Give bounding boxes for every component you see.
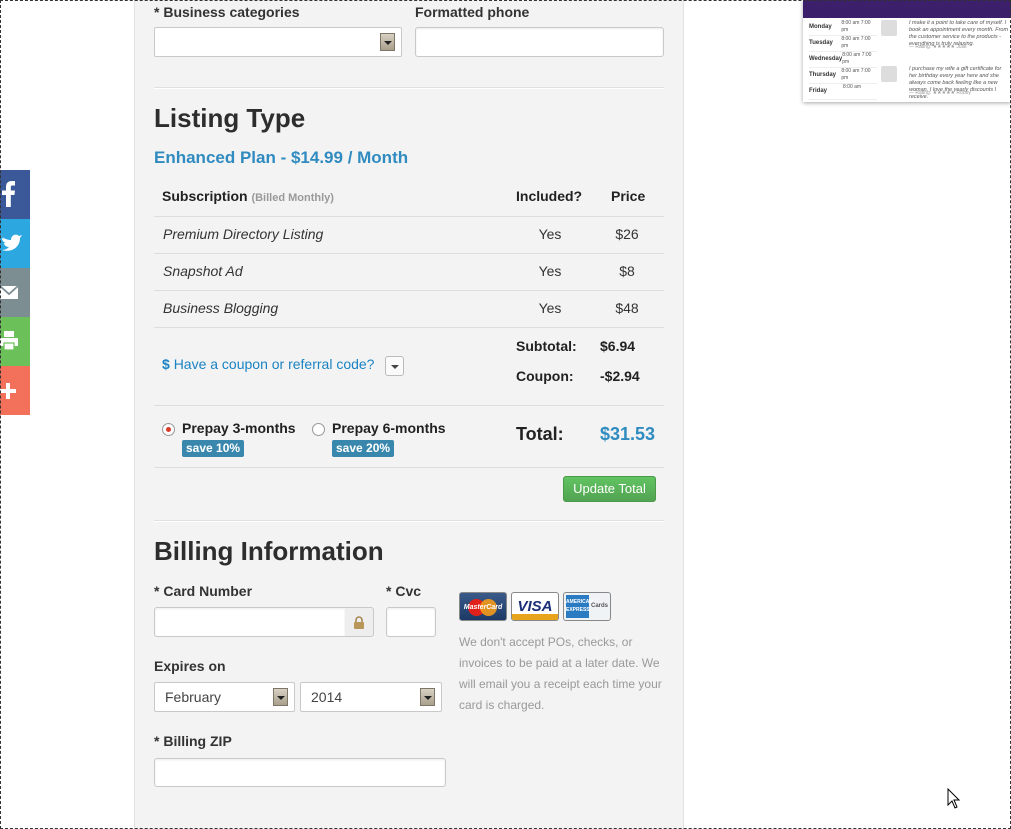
table-divider <box>154 405 664 406</box>
billing-zip-label: * Billing ZIP <box>154 733 232 749</box>
business-categories-label: * Business categories <box>154 4 300 20</box>
twitter-share-button[interactable] <box>0 219 30 268</box>
amex-text: AMERICAN EXPRESS <box>566 595 593 618</box>
hours-row: Thursday 8:00 am 7:00 pm <box>809 68 877 84</box>
table-divider <box>154 216 664 217</box>
amex-logo: AMERICAN EXPRESS Cards <box>563 592 611 621</box>
hours-list: Monday 8:00 am 7:00 pm Tuesday 8:00 am 7:0… <box>809 20 877 100</box>
save-20-badge: save 20% <box>332 440 395 457</box>
update-total-button[interactable]: Update Total <box>563 476 656 502</box>
table-divider <box>154 253 664 254</box>
lock-icon <box>354 616 364 629</box>
review-author: — Rating: ★★★★★ Robby <box>909 90 971 96</box>
hours-row: Tuesday 8:00 am 7:00 pm <box>809 36 877 52</box>
table-divider <box>154 290 664 291</box>
divider <box>154 87 664 88</box>
plus-icon <box>0 383 16 399</box>
billing-zip-input[interactable] <box>154 758 446 787</box>
plan-title: Enhanced Plan - $14.99 / Month <box>154 148 409 167</box>
hours-row: Monday 8:00 am 7:00 pm <box>809 20 877 36</box>
print-share-button[interactable] <box>0 317 30 366</box>
divider <box>154 520 664 521</box>
formatted-phone-input[interactable] <box>415 27 664 57</box>
col-subscription-header: Subscription (Billed Monthly) <box>162 188 334 204</box>
expiry-year-select[interactable]: 2014 <box>300 682 442 712</box>
listing-type-heading: Listing Type <box>154 103 306 133</box>
prepay-3-months-label[interactable]: Prepay 3-months <box>182 420 296 436</box>
col-included-header: Included? <box>516 188 583 204</box>
chevron-down-icon <box>420 688 435 706</box>
amex-sub-text: Cards <box>591 603 609 609</box>
formatted-phone-label: Formatted phone <box>415 4 530 20</box>
thumbnail-header-bar <box>803 0 1011 18</box>
expires-on-label: Expires on <box>154 658 226 674</box>
table-divider <box>154 327 664 328</box>
coupon-value: -$2.94 <box>600 368 640 384</box>
coupon-link[interactable]: $ Have a coupon or referral code? <box>162 356 374 372</box>
avatar <box>881 20 897 36</box>
coupon-dropdown-button[interactable] <box>385 356 404 376</box>
table-row-name: Premium Directory Listing <box>163 226 324 242</box>
cvc-label: * Cvc <box>386 583 422 599</box>
twitter-icon <box>0 234 22 251</box>
card-number-input[interactable] <box>154 607 346 637</box>
chevron-down-icon <box>380 33 395 51</box>
expiry-month-value: February <box>165 689 222 705</box>
table-row-included: Yes <box>538 300 562 316</box>
visa-logo: VISA <box>511 592 559 621</box>
table-row-name: Business Blogging <box>163 300 279 316</box>
subtotal-value: $6.94 <box>600 338 636 354</box>
more-share-button[interactable] <box>0 366 30 415</box>
col-subscription-label: Subscription <box>162 188 248 204</box>
card-number-lock-addon <box>345 607 374 637</box>
mouse-cursor-icon <box>947 788 961 809</box>
business-categories-select[interactable] <box>154 27 402 57</box>
cvc-input[interactable] <box>386 607 436 637</box>
table-row-included: Yes <box>538 226 562 242</box>
email-share-button[interactable] <box>0 268 30 317</box>
table-row-price: $48 <box>615 300 639 316</box>
dollar-icon: $ <box>162 356 170 372</box>
total-value: $31.53 <box>600 424 656 444</box>
ad-preview-thumbnail: Monday 8:00 am 7:00 pm Tuesday 8:00 am 7:0… <box>803 0 1011 102</box>
hours-row: Wednesday 8:00 am 7:00 pm <box>809 52 877 68</box>
chevron-down-icon <box>273 688 288 706</box>
visa-text: VISA <box>517 598 553 615</box>
save-10-badge: save 10% <box>182 440 245 457</box>
total-label: Total: <box>516 424 564 444</box>
coupon-label: Coupon: <box>516 368 574 384</box>
payment-note: We don't accept POs, checks, or invoices… <box>459 635 662 712</box>
billing-information-heading: Billing Information <box>154 536 384 566</box>
col-price-header: Price <box>611 188 646 204</box>
table-divider <box>154 467 664 468</box>
mastercard-logo: MasterCard <box>459 592 507 621</box>
prepay-6-months-label[interactable]: Prepay 6-months <box>332 420 446 436</box>
expiry-year-value: 2014 <box>311 689 343 705</box>
subtotal-label: Subtotal: <box>516 338 577 354</box>
table-row-price: $26 <box>615 226 639 242</box>
review-author: — Rating: ★★★★★ Julie <box>909 44 967 50</box>
table-row-name: Snapshot Ad <box>163 263 243 279</box>
prepay-6-months-radio[interactable] <box>312 423 325 436</box>
card-number-label: * Card Number <box>154 583 253 599</box>
email-icon <box>0 285 18 299</box>
expiry-month-select[interactable]: February <box>154 682 295 712</box>
facebook-share-button[interactable] <box>0 170 30 219</box>
table-row-price: $8 <box>619 263 635 279</box>
mastercard-text: MasterCard <box>463 604 503 611</box>
table-row-included: Yes <box>538 263 562 279</box>
facebook-icon <box>2 181 15 207</box>
hours-row: Friday 8:00 am <box>809 84 877 100</box>
print-icon <box>0 331 18 351</box>
avatar <box>881 66 897 82</box>
coupon-link-label: Have a coupon or referral code? <box>173 356 375 372</box>
prepay-3-months-radio[interactable] <box>162 423 175 436</box>
billed-monthly-note: (Billed Monthly) <box>251 192 334 204</box>
